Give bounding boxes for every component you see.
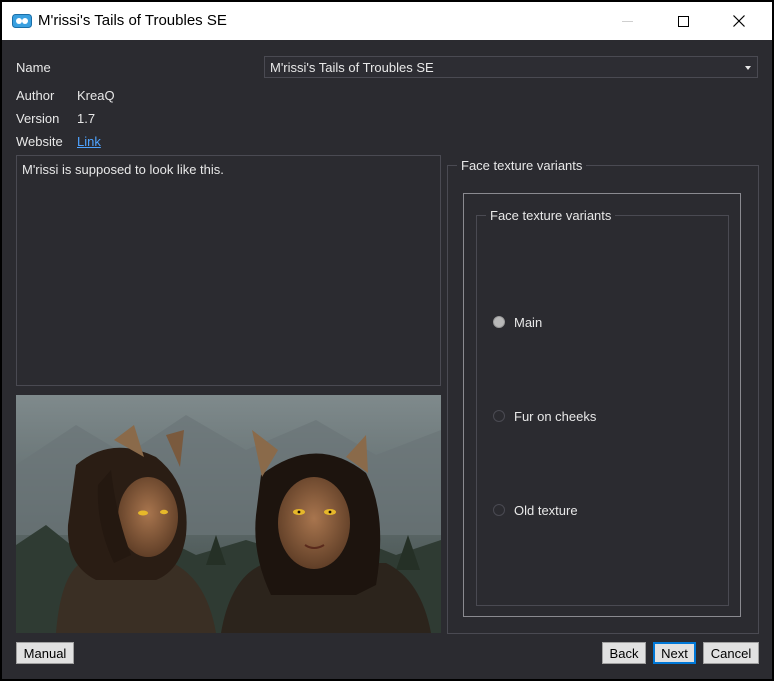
description-box[interactable]: M'rissi is supposed to look like this. <box>16 155 441 386</box>
next-button[interactable]: Next <box>653 642 696 664</box>
option-old-texture[interactable]: Old texture <box>493 501 578 519</box>
chevron-down-icon <box>745 66 751 70</box>
inner-group-title: Face texture variants <box>486 208 616 223</box>
manual-button[interactable]: Manual <box>16 642 74 664</box>
window-title: M'rissi's Tails of Troubles SE <box>38 12 227 29</box>
version-label: Version <box>16 111 60 126</box>
preview-illustration <box>16 395 441 633</box>
option-fur-on-cheeks[interactable]: Fur on cheeks <box>493 407 596 425</box>
description-text: M'rissi is supposed to look like this. <box>22 162 224 177</box>
close-icon <box>733 15 745 27</box>
option-label: Main <box>514 314 543 330</box>
installer-window: M'rissi's Tails of Troubles SE Name M'ri… <box>2 2 772 679</box>
option-label: Old texture <box>514 502 578 518</box>
website-link[interactable]: Link <box>77 134 101 149</box>
minimize-button[interactable] <box>604 2 650 40</box>
option-label: Fur on cheeks <box>514 408 597 424</box>
title-bar: M'rissi's Tails of Troubles SE <box>2 2 772 40</box>
author-label: Author <box>16 88 55 103</box>
radio-checked-icon[interactable] <box>493 316 505 328</box>
preview-image <box>16 395 441 633</box>
radio-unchecked-icon[interactable] <box>493 410 505 422</box>
outer-group-title: Face texture variants <box>457 158 587 173</box>
minimize-icon <box>621 20 633 22</box>
app-logo-icon <box>12 14 32 28</box>
radio-unchecked-icon[interactable] <box>493 504 505 516</box>
name-label: Name <box>16 60 51 75</box>
maximize-icon <box>677 15 689 27</box>
name-dropdown-value: M'rissi's Tails of Troubles SE <box>270 60 434 75</box>
website-label: Website <box>16 134 63 149</box>
maximize-button[interactable] <box>660 2 706 40</box>
back-button[interactable]: Back <box>602 642 646 664</box>
version-value: 1.7 <box>77 111 96 126</box>
name-dropdown[interactable]: M'rissi's Tails of Troubles SE <box>264 56 758 78</box>
cancel-button[interactable]: Cancel <box>703 642 759 664</box>
option-main[interactable]: Main <box>493 313 542 331</box>
close-button[interactable] <box>716 2 762 40</box>
author-value: KreaQ <box>77 88 115 103</box>
